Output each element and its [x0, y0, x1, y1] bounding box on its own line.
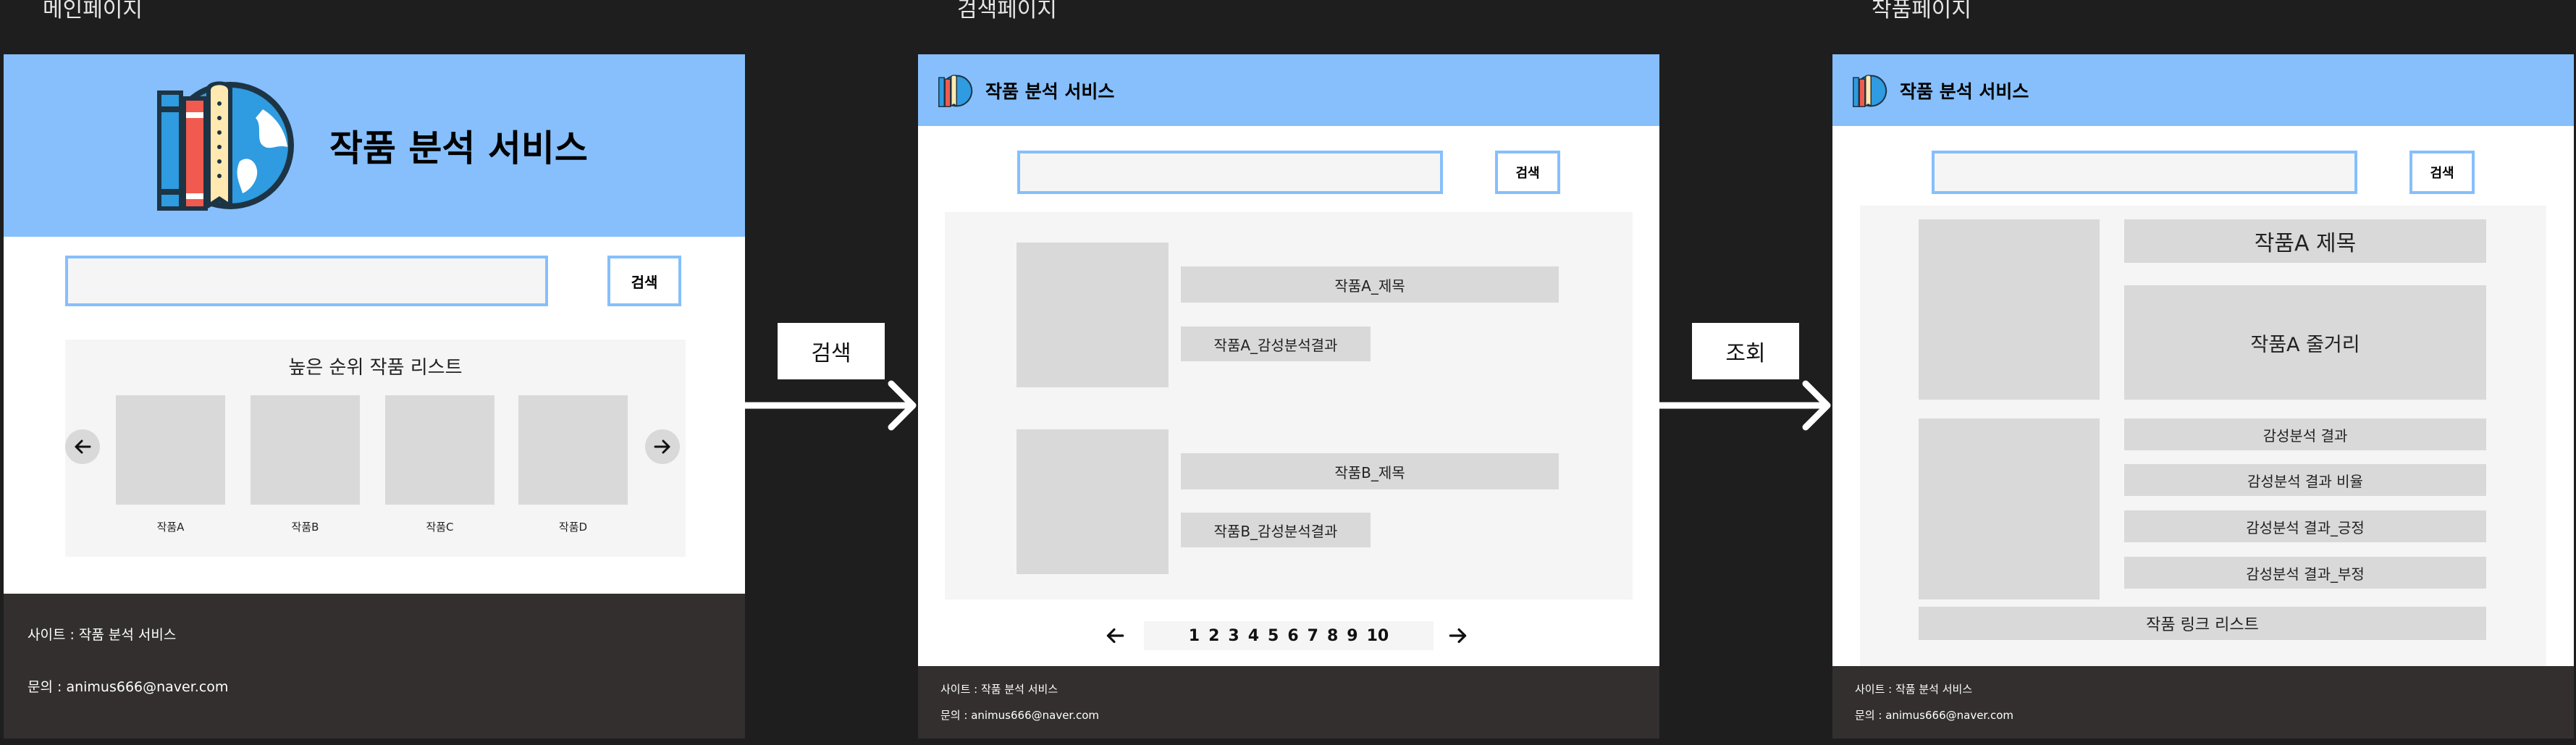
work-image — [1919, 219, 2100, 400]
arrow-left-icon[interactable] — [1103, 624, 1127, 647]
footer-site: 사이트 : 작품 분석 서비스 — [28, 627, 177, 643]
page-number[interactable]: 4 — [1248, 627, 1259, 645]
analysis-chart — [1919, 418, 2100, 599]
search-header: 작품 분석 서비스 — [918, 54, 1659, 126]
flow-label-view: 조회 — [1692, 323, 1799, 379]
work-label: 작품A — [156, 521, 185, 534]
work-thumbnail[interactable] — [1016, 243, 1169, 387]
books-globe-logo-icon — [938, 75, 973, 107]
page-number[interactable]: 9 — [1347, 627, 1358, 645]
work-thumbnail[interactable] — [251, 395, 360, 505]
footer-site: 사이트 : 작품 분석 서비스 — [1855, 683, 1973, 696]
page-number[interactable]: 10 — [1367, 627, 1389, 645]
work-thumbnail[interactable] — [1016, 429, 1169, 574]
pagination: 1 2 3 4 5 6 7 8 9 10 — [1144, 621, 1434, 650]
search-button[interactable]: 검색 — [607, 256, 681, 306]
analysis-result: 감성분석 결과 — [2124, 418, 2486, 450]
result-title[interactable]: 작품B_제목 — [1181, 453, 1559, 489]
main-header: 작품 분석 서비스 — [4, 54, 745, 237]
footer: 사이트 : 작품 분석 서비스 문의 : animus666@naver.com — [918, 666, 1659, 738]
search-button[interactable]: 검색 — [1495, 151, 1560, 194]
footer-contact: 문의 : animus666@naver.com — [940, 709, 1100, 722]
work-page-frame: 작품 분석 서비스 검색 작품A 제목 작품A 줄거리 감성분석 결과 감성분석… — [1832, 54, 2574, 738]
list-title: 높은 순위 작품 리스트 — [288, 357, 463, 379]
search-button[interactable]: 검색 — [2409, 151, 2475, 194]
arrow-right-icon[interactable] — [1447, 624, 1470, 647]
page-number[interactable]: 3 — [1228, 627, 1239, 645]
footer: 사이트 : 작품 분석 서비스 문의 : animus666@naver.com — [4, 594, 745, 738]
search-input[interactable] — [1017, 151, 1443, 194]
carousel-next-button[interactable] — [645, 429, 680, 464]
work-link-list[interactable]: 작품 링크 리스트 — [1919, 607, 2486, 640]
frame-label-search: 검색페이지 — [957, 0, 1057, 22]
work-header: 작품 분석 서비스 — [1832, 54, 2574, 126]
page-number[interactable]: 6 — [1287, 627, 1298, 645]
carousel-prev-button[interactable] — [65, 429, 100, 464]
books-globe-logo-icon — [1853, 75, 1887, 107]
work-synopsis: 작품A 줄거리 — [2124, 285, 2486, 400]
page-title: 작품 분석 서비스 — [985, 81, 1115, 102]
work-label: 작품D — [558, 521, 588, 534]
search-page-frame: 작품 분석 서비스 검색 작품A_제목 작품A_감성분석결과 작품B_제목 작품… — [918, 54, 1659, 738]
work-label: 작품C — [426, 521, 454, 534]
books-globe-logo-icon — [157, 81, 294, 211]
page-number[interactable]: 1 — [1189, 627, 1200, 645]
page-number[interactable]: 8 — [1327, 627, 1338, 645]
page-number[interactable]: 7 — [1308, 627, 1318, 645]
search-input[interactable] — [1932, 151, 2357, 194]
footer-contact: 문의 : animus666@naver.com — [28, 679, 229, 695]
search-results-panel: 작품A_제목 작품A_감성분석결과 작품B_제목 작품B_감성분석결과 — [945, 212, 1633, 599]
work-thumbnail[interactable] — [518, 395, 628, 505]
analysis-positive: 감성분석 결과_긍정 — [2124, 510, 2486, 542]
arrow-right-icon — [654, 439, 670, 454]
work-thumbnail[interactable] — [116, 395, 225, 505]
footer: 사이트 : 작품 분석 서비스 문의 : animus666@naver.com — [1832, 666, 2574, 738]
page-number[interactable]: 5 — [1268, 627, 1279, 645]
frame-label-work: 작품페이지 — [1872, 0, 1971, 22]
flow-arrow-icon — [745, 380, 917, 431]
search-input[interactable] — [65, 256, 548, 306]
result-analysis[interactable]: 작품A_감성분석결과 — [1181, 327, 1371, 361]
work-detail-panel: 작품A 제목 작품A 줄거리 감성분석 결과 감성분석 결과 비율 감성분석 결… — [1860, 206, 2546, 709]
footer-contact: 문의 : animus666@naver.com — [1855, 709, 2014, 722]
analysis-ratio: 감성분석 결과 비율 — [2124, 464, 2486, 496]
work-thumbnail[interactable] — [385, 395, 494, 505]
flow-arrow-icon — [1659, 380, 1831, 431]
top-ranked-list-panel: 높은 순위 작품 리스트 작품A 작품B 작품C 작품D — [65, 340, 686, 557]
analysis-negative: 감성분석 결과_부정 — [2124, 557, 2486, 589]
page-title: 작품 분석 서비스 — [329, 127, 588, 169]
flow-label-search: 검색 — [778, 323, 885, 379]
main-page-frame: 작품 분석 서비스 검색 높은 순위 작품 리스트 작품A 작품B 작품C 작품… — [4, 54, 745, 738]
result-title[interactable]: 작품A_제목 — [1181, 266, 1559, 303]
work-title: 작품A 제목 — [2124, 219, 2486, 263]
frame-label-main: 메인페이지 — [43, 0, 143, 22]
page-title: 작품 분석 서비스 — [1900, 81, 2029, 102]
work-label: 작품B — [291, 521, 319, 534]
result-analysis[interactable]: 작품B_감성분석결과 — [1181, 513, 1371, 547]
footer-site: 사이트 : 작품 분석 서비스 — [940, 683, 1058, 696]
page-number[interactable]: 2 — [1208, 627, 1219, 645]
arrow-left-icon — [75, 439, 91, 454]
